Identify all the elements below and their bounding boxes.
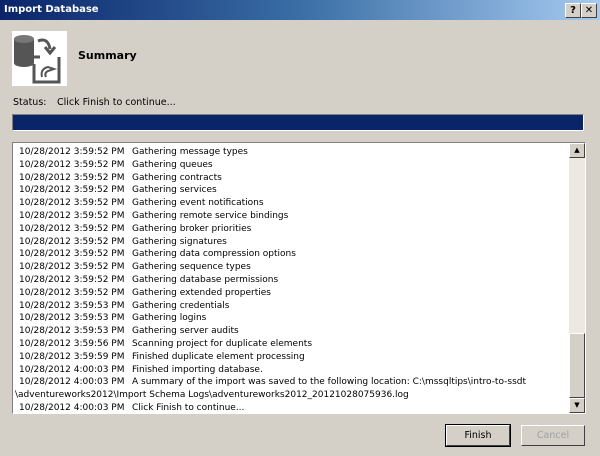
log-message: Gathering queues [132, 159, 213, 170]
help-button[interactable]: ? [565, 3, 581, 18]
log-time: 10/28/2012 3:59:52 PM [19, 185, 125, 196]
scrollbar[interactable]: ▲ ▼ [569, 143, 585, 413]
log-message: Gathering broker priorities [132, 223, 252, 234]
scroll-up-icon[interactable]: ▲ [569, 143, 585, 158]
log-message: Gathering logins [132, 313, 207, 324]
database-import-icon [12, 31, 67, 86]
log-time: 10/28/2012 3:59:52 PM [19, 275, 125, 285]
cancel-button[interactable]: Cancel [521, 425, 585, 446]
log-message: Gathering remote service bindings [132, 211, 289, 221]
log-message: Click Finish to continue... [132, 403, 245, 413]
log-message: Gathering credentials [132, 300, 230, 311]
scroll-down-icon[interactable]: ▼ [569, 398, 585, 413]
log-message: Gathering message types [132, 147, 248, 157]
log-message: Scanning project for duplicate elements [132, 339, 313, 349]
log-message: \adventureworks2012\Import Schema Logs\a… [15, 390, 409, 401]
log-message: Gathering services [132, 185, 217, 196]
log-message: Gathering signatures [132, 236, 227, 247]
log-time: 10/28/2012 3:59:52 PM [19, 262, 125, 273]
log-time: 10/28/2012 3:59:52 PM [19, 172, 125, 183]
log-message: Gathering server audits [132, 326, 239, 337]
log-message: Gathering extended properties [132, 287, 271, 298]
log-time: 10/28/2012 3:59:53 PM [19, 313, 125, 324]
progress-bar [12, 114, 584, 131]
status-value: Click Finish to continue... [57, 97, 176, 108]
log-time: 10/28/2012 3:59:52 PM [19, 249, 125, 260]
log-time: 10/28/2012 3:59:52 PM [19, 147, 125, 157]
log-time: 10/28/2012 4:00:03 PM [19, 377, 125, 388]
log-time: 10/28/2012 3:59:52 PM [19, 159, 125, 170]
log-time: 10/28/2012 3:59:52 PM [19, 287, 125, 298]
log-list[interactable]: 10/28/2012 3:59:52 PM Gathering message t… [12, 142, 586, 414]
log-message: Finished importing database. [132, 364, 263, 375]
log-time: 10/28/2012 3:59:59 PM [19, 351, 125, 362]
log-message: Gathering data compression options [132, 249, 296, 260]
scrollbar-thumb[interactable] [569, 333, 585, 398]
log-message: Gathering contracts [132, 172, 222, 183]
log-message: A summary of the import was saved to the… [132, 377, 527, 388]
log-time: 10/28/2012 4:00:03 PM [19, 403, 125, 413]
log-time: 10/28/2012 3:59:52 PM [19, 223, 125, 234]
progress-fill [13, 115, 583, 130]
log-message: Gathering database permissions [132, 275, 279, 285]
log-message: Gathering sequence types [132, 262, 251, 273]
close-button[interactable]: ✕ [581, 3, 597, 18]
log-message: Finished duplicate element processing [132, 351, 305, 362]
log-time: 10/28/2012 3:59:53 PM [19, 326, 125, 337]
window-title: Import Database [4, 4, 99, 15]
log-time: 10/28/2012 3:59:56 PM [19, 339, 125, 349]
log-time: 10/28/2012 3:59:52 PM [19, 198, 125, 209]
log-time: 10/28/2012 3:59:52 PM [19, 211, 125, 221]
log-time: 10/28/2012 3:59:52 PM [19, 236, 125, 247]
log-time: 10/28/2012 3:59:53 PM [19, 300, 125, 311]
finish-button[interactable]: Finish [445, 424, 511, 447]
log-time: 10/28/2012 4:00:03 PM [19, 364, 125, 375]
title-bar: Import Database ? ✕ [0, 0, 600, 20]
log-message: Gathering event notifications [132, 198, 264, 209]
page-title: Summary [78, 49, 137, 62]
status-label: Status: [13, 97, 47, 108]
